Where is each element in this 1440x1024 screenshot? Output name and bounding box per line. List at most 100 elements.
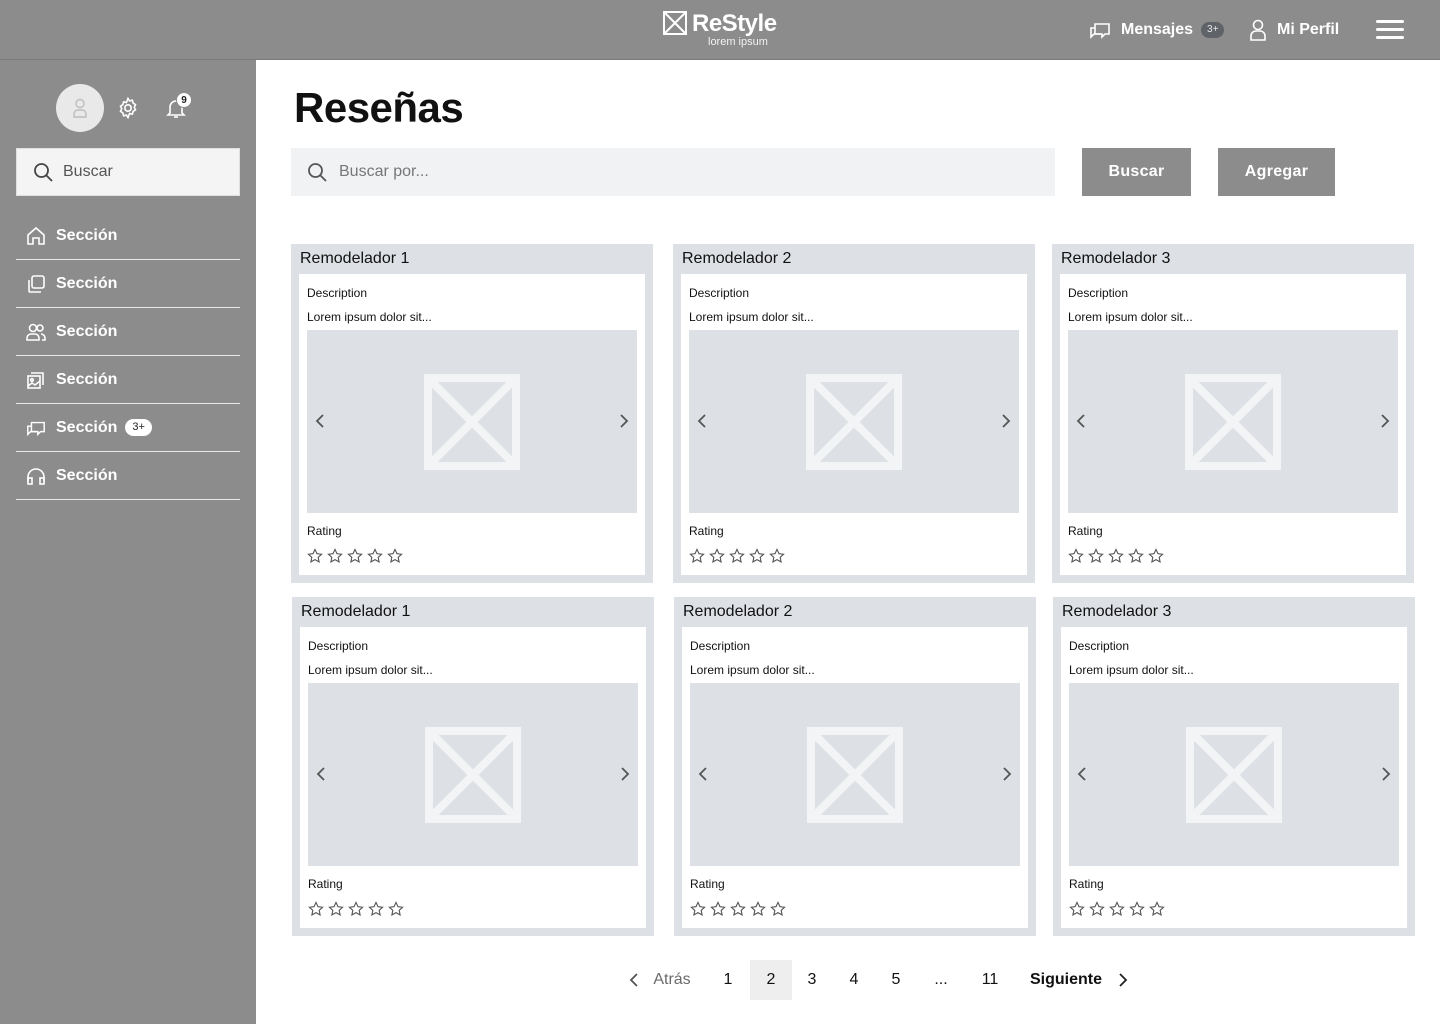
- carousel-prev-icon[interactable]: [310, 411, 330, 431]
- star-icon[interactable]: [767, 546, 787, 566]
- carousel-next-icon[interactable]: [1376, 764, 1396, 784]
- add-button[interactable]: Agregar: [1218, 148, 1335, 196]
- image-carousel: [690, 683, 1020, 866]
- carousel-next-icon[interactable]: [1375, 411, 1395, 431]
- image-placeholder-icon: [806, 374, 902, 475]
- star-icon[interactable]: [305, 546, 325, 566]
- pagination-page[interactable]: 5: [875, 960, 917, 1000]
- pagination-prev[interactable]: Atrás: [618, 960, 698, 1000]
- carousel-prev-icon[interactable]: [692, 411, 712, 431]
- sidebar-item-3[interactable]: Sección: [16, 308, 240, 356]
- star-icon[interactable]: [728, 899, 748, 919]
- card-title: Remodelador 1: [300, 250, 410, 267]
- card-title: Remodelador 3: [1062, 603, 1172, 620]
- star-icon[interactable]: [707, 546, 727, 566]
- star-rating[interactable]: [305, 546, 405, 566]
- user-icon: [1250, 19, 1266, 41]
- sidebar-item-label: Sección: [56, 322, 118, 340]
- review-card[interactable]: Remodelador 3 Description Lorem ipsum dolo…: [1052, 244, 1414, 583]
- star-icon[interactable]: [346, 899, 366, 919]
- sidebar-item-1[interactable]: Sección: [16, 212, 240, 260]
- star-icon[interactable]: [306, 899, 326, 919]
- star-icon[interactable]: [1147, 899, 1167, 919]
- star-rating[interactable]: [1066, 546, 1166, 566]
- pagination-prev-label: Atrás: [653, 971, 691, 988]
- star-icon[interactable]: [727, 546, 747, 566]
- star-icon[interactable]: [688, 899, 708, 919]
- sidebar-item-label: Sección: [56, 466, 118, 484]
- pagination-page-current[interactable]: 2: [750, 960, 792, 1000]
- description-label: Description: [307, 286, 368, 300]
- star-icon[interactable]: [1106, 546, 1126, 566]
- pagination-page[interactable]: 3: [791, 960, 833, 1000]
- pagination-page[interactable]: 4: [833, 960, 875, 1000]
- messages-link[interactable]: Mensajes 3+: [1089, 17, 1225, 43]
- star-icon[interactable]: [325, 546, 345, 566]
- carousel-next-icon[interactable]: [996, 411, 1016, 431]
- pagination-next-label: Siguiente: [1029, 971, 1102, 988]
- image-placeholder-icon: [424, 374, 520, 475]
- star-rating[interactable]: [306, 899, 406, 919]
- description-text: Lorem ipsum dolor sit...: [1068, 310, 1193, 324]
- star-icon[interactable]: [1107, 899, 1127, 919]
- rating-label: Rating: [307, 524, 342, 538]
- pagination-page[interactable]: 1: [707, 960, 749, 1000]
- notifications-button[interactable]: 9: [164, 92, 192, 120]
- star-icon[interactable]: [1146, 546, 1166, 566]
- star-icon[interactable]: [1067, 899, 1087, 919]
- star-icon[interactable]: [1127, 899, 1147, 919]
- star-icon[interactable]: [708, 899, 728, 919]
- star-rating[interactable]: [1067, 899, 1167, 919]
- sidebar-item-2[interactable]: Sección: [16, 260, 240, 308]
- carousel-prev-icon[interactable]: [693, 764, 713, 784]
- pagination-next[interactable]: Siguiente: [1026, 960, 1136, 1000]
- settings-button[interactable]: [116, 96, 140, 120]
- main-search-input[interactable]: [339, 163, 1019, 181]
- description-text: Lorem ipsum dolor sit...: [690, 663, 815, 677]
- star-icon[interactable]: [365, 546, 385, 566]
- star-rating[interactable]: [687, 546, 787, 566]
- sidebar-item-6[interactable]: Sección: [16, 452, 240, 500]
- sidebar-item-5[interactable]: Sección 3+: [16, 404, 240, 452]
- image-carousel: [307, 330, 637, 513]
- star-icon[interactable]: [1066, 546, 1086, 566]
- star-icon[interactable]: [345, 546, 365, 566]
- logo-icon: [663, 11, 687, 35]
- image-placeholder-icon: [425, 727, 521, 828]
- star-icon[interactable]: [366, 899, 386, 919]
- star-icon[interactable]: [386, 899, 406, 919]
- star-icon[interactable]: [768, 899, 788, 919]
- review-card[interactable]: Remodelador 1 Description Lorem ipsum dolo…: [291, 244, 653, 583]
- review-card[interactable]: Remodelador 1 Description Lorem ipsum dolo…: [292, 597, 654, 936]
- star-icon[interactable]: [326, 899, 346, 919]
- carousel-next-icon[interactable]: [615, 764, 635, 784]
- review-card[interactable]: Remodelador 2 Description Lorem ipsum dolo…: [674, 597, 1036, 936]
- menu-icon[interactable]: [1376, 18, 1404, 42]
- pagination-page[interactable]: 11: [969, 960, 1011, 1000]
- card-body: Description Lorem ipsum dolor sit... Ratin…: [681, 274, 1027, 575]
- carousel-prev-icon[interactable]: [1071, 411, 1091, 431]
- star-icon[interactable]: [385, 546, 405, 566]
- star-icon[interactable]: [687, 546, 707, 566]
- star-rating[interactable]: [688, 899, 788, 919]
- review-card[interactable]: Remodelador 2 Description Lorem ipsum dolo…: [673, 244, 1035, 583]
- search-button[interactable]: Buscar: [1082, 148, 1191, 196]
- brand-logo[interactable]: ReStyle lorem ipsum: [663, 10, 783, 50]
- profile-link[interactable]: Mi Perfil: [1249, 17, 1339, 43]
- carousel-next-icon[interactable]: [614, 411, 634, 431]
- image-placeholder-icon: [1186, 727, 1282, 828]
- carousel-next-icon[interactable]: [997, 764, 1017, 784]
- chevron-left-icon: [630, 973, 638, 987]
- review-card[interactable]: Remodelador 3 Description Lorem ipsum dolo…: [1053, 597, 1415, 936]
- carousel-prev-icon[interactable]: [311, 764, 331, 784]
- sidebar-item-4[interactable]: Sección: [16, 356, 240, 404]
- star-icon[interactable]: [748, 899, 768, 919]
- star-icon[interactable]: [1086, 546, 1106, 566]
- star-icon[interactable]: [1126, 546, 1146, 566]
- sidebar-search-input[interactable]: [63, 163, 223, 181]
- star-icon[interactable]: [1087, 899, 1107, 919]
- carousel-prev-icon[interactable]: [1072, 764, 1092, 784]
- users-icon: [26, 323, 46, 341]
- star-icon[interactable]: [747, 546, 767, 566]
- avatar[interactable]: [56, 84, 104, 132]
